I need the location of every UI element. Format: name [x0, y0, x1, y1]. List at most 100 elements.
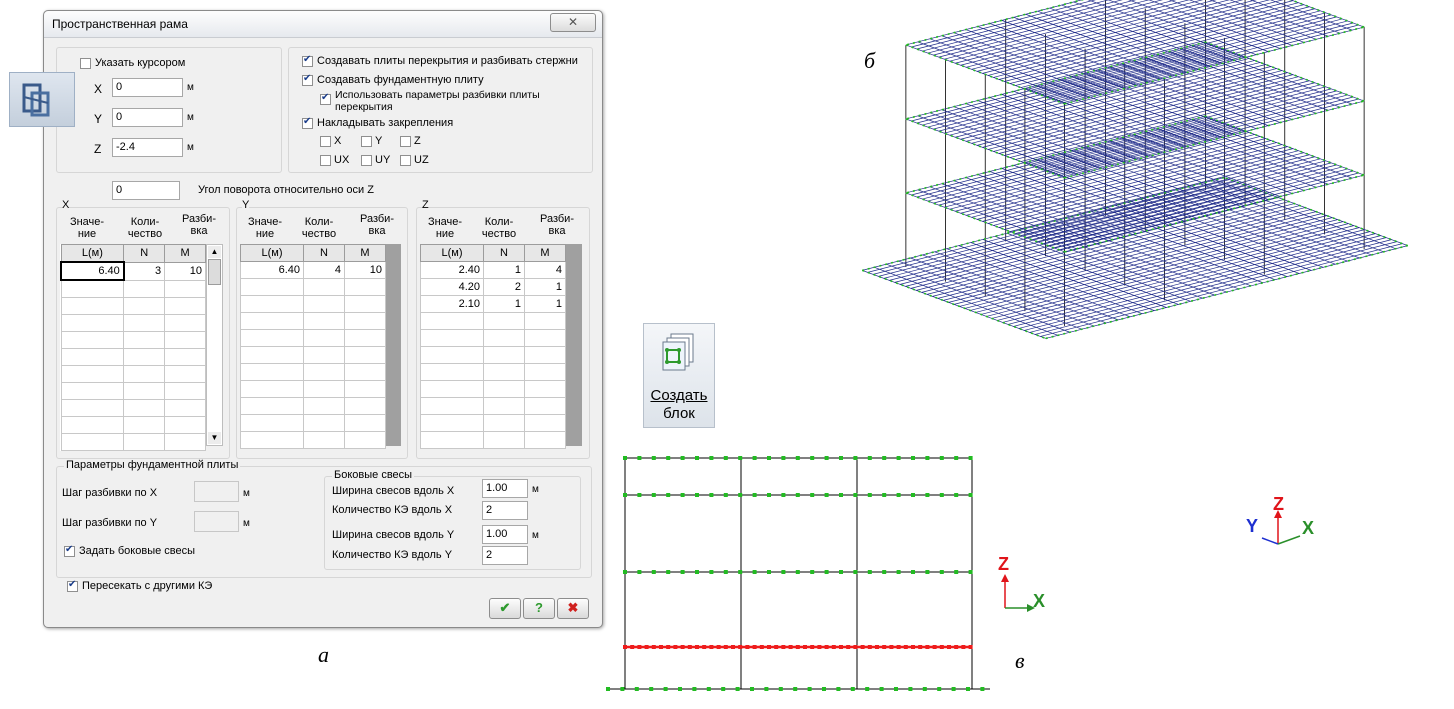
help-button[interactable]: ?	[523, 598, 555, 619]
grid-cell[interactable]	[123, 399, 166, 417]
grid-cell[interactable]	[483, 397, 525, 415]
grid-cell[interactable]	[164, 297, 206, 315]
cursor-checkbox[interactable]	[80, 58, 91, 69]
close-button[interactable]: ✕	[550, 13, 596, 32]
table-row[interactable]	[240, 380, 386, 398]
grid-cell[interactable]	[420, 329, 484, 347]
table-row[interactable]	[420, 329, 566, 347]
x-grid-table[interactable]: L(м) N M 6.40 3 10	[60, 244, 206, 451]
create-foundation-checkbox[interactable]	[302, 73, 313, 86]
table-row[interactable]	[420, 346, 566, 364]
grid-cell[interactable]	[164, 365, 206, 383]
z-grid-table[interactable]: L(м) N M 2.40 1 4 4.20 2 1 2.10 1 1	[420, 244, 566, 449]
table-row[interactable]	[420, 363, 566, 381]
y-grid-scrollbar[interactable]	[386, 244, 401, 446]
grid-cell[interactable]	[483, 380, 525, 398]
grid-cell[interactable]: 4	[524, 261, 566, 279]
grid-cell[interactable]: 4.20	[420, 278, 484, 296]
grid-cell[interactable]	[483, 363, 525, 381]
grid-cell[interactable]	[524, 329, 566, 347]
table-row[interactable]	[240, 278, 386, 296]
table-row[interactable]	[240, 397, 386, 415]
grid-cell[interactable]	[420, 380, 484, 398]
grid-cell[interactable]: 4	[303, 261, 345, 279]
grid-cell[interactable]	[240, 329, 304, 347]
grid-cell[interactable]	[123, 314, 166, 332]
y-grid-table[interactable]: L(м) N M 6.40 4 10	[240, 244, 386, 449]
table-row[interactable]	[60, 416, 206, 434]
grid-cell[interactable]	[344, 295, 386, 313]
table-row[interactable]	[240, 346, 386, 364]
grid-cell[interactable]	[344, 363, 386, 381]
grid-cell[interactable]	[303, 278, 345, 296]
scroll-up-icon[interactable]: ▲	[208, 246, 221, 258]
dof-uz-checkbox[interactable]	[400, 155, 411, 166]
grid-cell[interactable]	[240, 414, 304, 432]
grid-cell[interactable]	[240, 295, 304, 313]
grid-cell[interactable]	[483, 431, 525, 449]
table-row[interactable]: 4.20 2 1	[420, 278, 566, 296]
create-block-button[interactable]: Создать блок	[643, 323, 715, 428]
step-x-input[interactable]	[194, 481, 239, 502]
step-y-input[interactable]	[194, 511, 239, 532]
rotation-input[interactable]: 0	[112, 181, 180, 200]
grid-cell[interactable]	[303, 380, 345, 398]
grid-cell[interactable]	[60, 331, 125, 349]
grid-cell[interactable]	[524, 363, 566, 381]
width-x-input[interactable]: 1.00	[482, 479, 528, 498]
count-y-input[interactable]: 2	[482, 546, 528, 565]
table-row[interactable]	[240, 414, 386, 432]
grid-cell[interactable]	[344, 278, 386, 296]
grid-cell[interactable]: 3	[123, 261, 166, 281]
grid-cell[interactable]	[123, 433, 166, 451]
dof-y-checkbox[interactable]	[361, 136, 372, 147]
grid-cell[interactable]	[164, 382, 206, 400]
spatial-frame-tool-button[interactable]	[9, 72, 75, 127]
grid-cell[interactable]: 2.40	[420, 261, 484, 279]
grid-cell[interactable]	[240, 397, 304, 415]
grid-cell[interactable]	[123, 297, 166, 315]
grid-cell[interactable]	[123, 365, 166, 383]
grid-cell[interactable]	[524, 346, 566, 364]
grid-cell[interactable]	[240, 312, 304, 330]
table-row[interactable]	[60, 433, 206, 451]
grid-cell[interactable]: 6.40	[240, 261, 304, 279]
grid-cell[interactable]: 2.10	[420, 295, 484, 313]
grid-cell[interactable]	[344, 312, 386, 330]
table-row[interactable]	[60, 348, 206, 366]
z-grid-scrollbar[interactable]	[566, 244, 582, 446]
grid-cell[interactable]	[344, 380, 386, 398]
grid-cell[interactable]	[123, 331, 166, 349]
table-row[interactable]: 6.40 4 10	[240, 261, 386, 279]
grid-cell[interactable]	[344, 431, 386, 449]
grid-cell[interactable]	[60, 399, 125, 417]
table-row[interactable]	[60, 365, 206, 383]
use-params-checkbox[interactable]	[320, 92, 331, 105]
grid-cell[interactable]: 1	[483, 295, 525, 313]
grid-cell[interactable]	[524, 414, 566, 432]
grid-cell[interactable]	[303, 397, 345, 415]
grid-cell[interactable]	[60, 314, 125, 332]
grid-cell[interactable]	[420, 363, 484, 381]
table-row[interactable]: 6.40 3 10	[60, 261, 206, 281]
table-row[interactable]	[240, 329, 386, 347]
grid-cell[interactable]	[60, 365, 125, 383]
dof-ux-checkbox[interactable]	[320, 155, 331, 166]
table-row[interactable]	[60, 279, 206, 298]
grid-cell[interactable]	[303, 312, 345, 330]
grid-cell[interactable]	[483, 346, 525, 364]
cancel-button[interactable]: ✖	[557, 598, 589, 619]
grid-cell[interactable]	[344, 346, 386, 364]
grid-cell[interactable]	[240, 431, 304, 449]
dof-x-checkbox[interactable]	[320, 136, 331, 147]
table-row[interactable]: 2.10 1 1	[420, 295, 566, 313]
grid-cell[interactable]	[303, 295, 345, 313]
grid-cell[interactable]	[344, 329, 386, 347]
grid-cell[interactable]	[420, 414, 484, 432]
grid-cell[interactable]: 6.40	[60, 261, 125, 281]
grid-cell[interactable]	[164, 331, 206, 349]
grid-cell[interactable]	[60, 416, 125, 434]
table-row[interactable]: 2.40 1 4	[420, 261, 566, 279]
grid-cell[interactable]	[524, 431, 566, 449]
grid-cell[interactable]	[420, 346, 484, 364]
